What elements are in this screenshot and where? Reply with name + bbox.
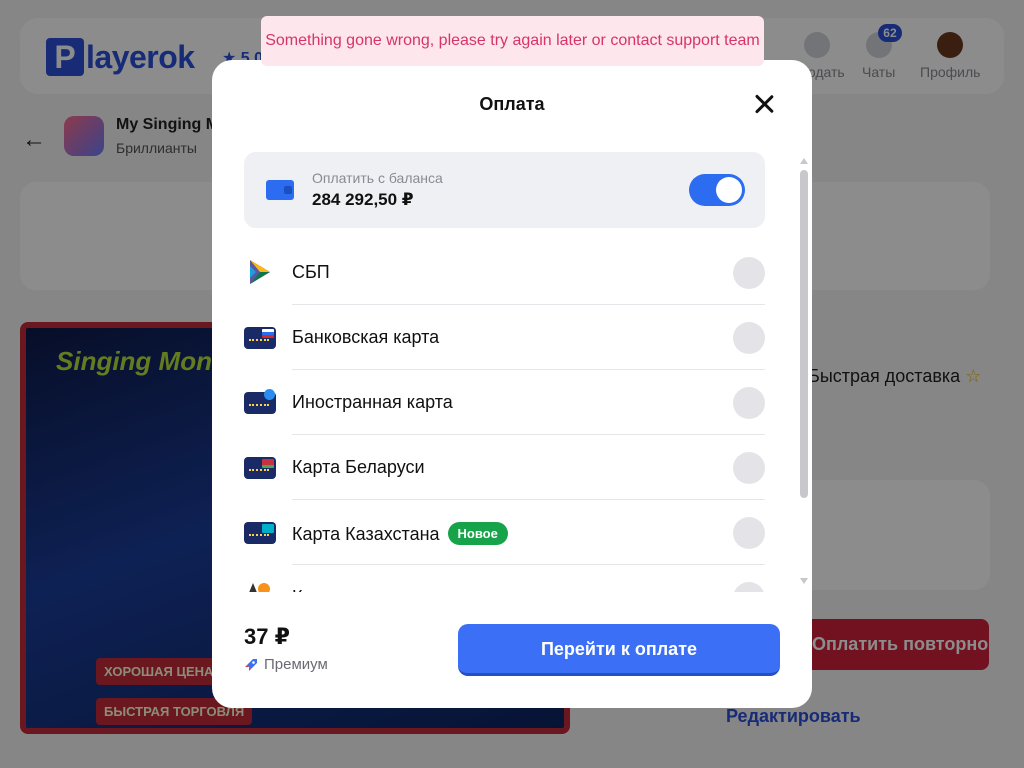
card-foreign-icon: [244, 389, 276, 414]
payment-method-kazakhstan-card[interactable]: Карта Казахстана Новое: [244, 500, 765, 565]
method-label: К: [292, 587, 303, 592]
balance-label: Оплатить с баланса: [312, 170, 443, 186]
payment-modal: Оплата Оплатить с баланса 284 292,50 ₽ С…: [212, 60, 812, 708]
premium-text: Премиум: [264, 656, 328, 673]
method-label: Банковская карта: [292, 327, 440, 347]
balance-value: 284 292,50 ₽: [312, 190, 414, 209]
method-label: СБП: [292, 262, 330, 282]
card-kz-icon: [244, 522, 276, 544]
modal-title: Оплата: [479, 94, 545, 114]
payment-methods-list[interactable]: Оплатить с баланса 284 292,50 ₽ СБП Банк…: [244, 152, 766, 592]
scroll-up-arrow-icon[interactable]: [800, 158, 808, 164]
payment-method-foreign-card[interactable]: Иностранная карта: [244, 370, 765, 435]
payment-method-bank-card[interactable]: Банковская карта: [244, 305, 765, 370]
radio-button[interactable]: [733, 257, 765, 289]
radio-button[interactable]: [733, 517, 765, 549]
rocket-icon: [245, 658, 257, 671]
sbp-icon: [250, 260, 270, 284]
crypto-icon: [244, 583, 276, 592]
proceed-to-payment-button[interactable]: Перейти к оплате: [458, 624, 780, 676]
payment-method-sbp[interactable]: СБП: [244, 240, 765, 305]
payment-method-belarus-card[interactable]: Карта Беларуси: [244, 435, 765, 500]
wallet-icon: [266, 180, 294, 200]
radio-button[interactable]: [733, 322, 765, 354]
card-ru-icon: [244, 327, 276, 349]
order-price: 37 ₽: [244, 624, 290, 649]
toggle-knob: [716, 177, 742, 203]
close-icon[interactable]: [752, 92, 776, 116]
premium-label: Премиум: [244, 656, 328, 673]
balance-toggle[interactable]: [689, 174, 745, 206]
radio-button[interactable]: [733, 387, 765, 419]
scrollbar[interactable]: [800, 158, 808, 588]
scrollbar-thumb[interactable]: [800, 170, 808, 498]
error-toast: Something gone wrong, please try again l…: [261, 16, 764, 66]
method-label: Иностранная карта: [292, 392, 453, 412]
card-by-icon: [244, 457, 276, 479]
radio-button[interactable]: [733, 582, 765, 592]
pay-from-balance-row[interactable]: Оплатить с баланса 284 292,50 ₽: [244, 152, 765, 228]
method-label-row: Карта Казахстана Новое: [292, 522, 508, 545]
method-label: Карта Казахстана: [292, 524, 440, 544]
new-badge: Новое: [447, 522, 508, 545]
payment-method-crypto[interactable]: К: [244, 565, 765, 592]
scroll-down-arrow-icon[interactable]: [800, 578, 808, 584]
method-label: Карта Беларуси: [292, 457, 425, 477]
radio-button[interactable]: [733, 452, 765, 484]
